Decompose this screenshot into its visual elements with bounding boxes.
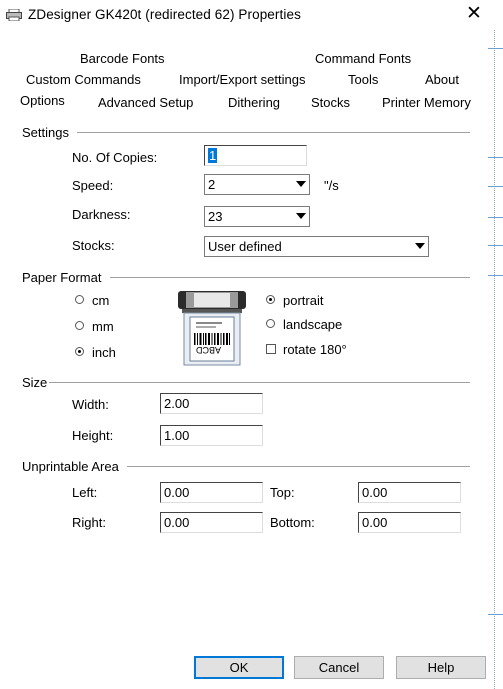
unprintable-separator xyxy=(127,466,470,467)
settings-separator xyxy=(77,132,470,133)
radio-landscape-label: landscape xyxy=(283,317,343,332)
width-label: Width: xyxy=(72,397,109,412)
stocks-label: Stocks: xyxy=(72,238,115,253)
copies-value: 1 xyxy=(208,148,218,163)
radio-landscape xyxy=(266,319,275,328)
top-label: Top: xyxy=(270,485,295,500)
tab-options[interactable]: Options xyxy=(20,93,65,108)
tab-dithering[interactable]: Dithering xyxy=(228,95,280,110)
unit-radio-inch[interactable]: inch xyxy=(75,345,135,361)
top-input[interactable]: 0.00 xyxy=(358,482,461,503)
left-input[interactable]: 0.00 xyxy=(160,482,263,503)
close-icon[interactable]: ✕ xyxy=(463,3,485,25)
chevron-down-icon xyxy=(415,243,425,249)
radio-portrait-label: portrait xyxy=(283,293,324,308)
unit-radio-mm[interactable]: mm xyxy=(75,319,135,335)
radio-inch-label: inch xyxy=(92,345,116,360)
printer-icon xyxy=(6,8,22,22)
radio-mm-label: mm xyxy=(92,319,114,334)
background-window-edge xyxy=(494,30,495,689)
tab-printer-memory[interactable]: Printer Memory xyxy=(382,95,471,110)
left-label: Left: xyxy=(72,485,98,500)
rotate-180-checkbox[interactable]: rotate 180° xyxy=(266,342,366,358)
stocks-select[interactable]: User defined xyxy=(204,236,429,257)
speed-label: Speed: xyxy=(72,178,114,193)
label-image-text: ABCD xyxy=(196,345,222,355)
bottom-input[interactable]: 0.00 xyxy=(358,512,461,533)
radio-cm xyxy=(75,295,84,304)
radio-inch xyxy=(75,347,84,356)
tab-custom-commands[interactable]: Custom Commands xyxy=(26,72,141,87)
rotate-checkbox-box xyxy=(266,344,276,354)
unprintable-group-title: Unprintable Area xyxy=(22,459,119,474)
tab-import-export-settings[interactable]: Import/Export settings xyxy=(179,72,305,87)
orientation-radio-portrait[interactable]: portrait xyxy=(266,293,356,309)
title-bar: ZDesigner GK420t (redirected 62) Propert… xyxy=(0,0,503,30)
height-label: Height: xyxy=(72,428,114,443)
speed-select[interactable]: 2 xyxy=(204,174,310,195)
height-input[interactable]: 1.00 xyxy=(160,425,263,446)
paper-format-separator xyxy=(110,277,470,278)
ok-button[interactable]: OK xyxy=(194,656,284,679)
rotate-checkbox-label: rotate 180° xyxy=(283,342,347,357)
tab-command-fonts[interactable]: Command Fonts xyxy=(315,51,411,66)
help-button[interactable]: Help xyxy=(396,656,486,679)
copies-input[interactable]: 1 xyxy=(204,145,307,166)
tab-stocks[interactable]: Stocks xyxy=(311,95,350,110)
chevron-down-icon xyxy=(296,213,306,219)
radio-cm-label: cm xyxy=(92,293,110,308)
right-input[interactable]: 0.00 xyxy=(160,512,263,533)
settings-group-title: Settings xyxy=(22,125,69,140)
stocks-value: User defined xyxy=(208,239,282,254)
tab-about[interactable]: About xyxy=(425,72,459,87)
tab-advanced-setup[interactable]: Advanced Setup xyxy=(98,95,193,110)
cancel-button[interactable]: Cancel xyxy=(294,656,384,679)
tab-tools[interactable]: Tools xyxy=(348,72,378,87)
radio-mm xyxy=(75,321,84,330)
chevron-down-icon xyxy=(296,181,306,187)
label-roll-image: ABCD xyxy=(172,289,252,369)
bottom-label: Bottom: xyxy=(270,515,315,530)
tab-barcode-fonts[interactable]: Barcode Fonts xyxy=(80,51,165,66)
width-input[interactable]: 2.00 xyxy=(160,393,263,414)
speed-unit: "/s xyxy=(324,178,339,193)
orientation-radio-landscape[interactable]: landscape xyxy=(266,317,356,333)
unit-radio-cm[interactable]: cm xyxy=(75,293,135,309)
darkness-label: Darkness: xyxy=(72,207,131,222)
size-separator xyxy=(49,382,470,383)
radio-portrait xyxy=(266,295,275,304)
copies-label: No. Of Copies: xyxy=(72,150,158,165)
right-label: Right: xyxy=(72,515,106,530)
size-group-title: Size xyxy=(22,375,48,390)
speed-value: 2 xyxy=(208,177,216,192)
paper-format-group-title: Paper Format xyxy=(22,270,102,285)
darkness-select[interactable]: 23 xyxy=(204,206,310,227)
window-title: ZDesigner GK420t (redirected 62) Propert… xyxy=(28,7,301,22)
darkness-value: 23 xyxy=(208,209,223,224)
